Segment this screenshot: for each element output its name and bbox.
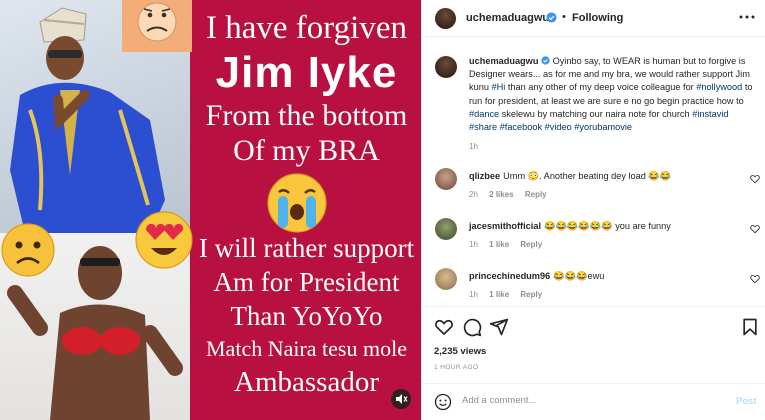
caption-time: 1h <box>469 142 478 151</box>
avatar[interactable] <box>435 8 456 29</box>
hashtag-link[interactable]: #facebook <box>500 122 542 132</box>
reply-button[interactable]: Reply <box>520 290 542 299</box>
comment-username[interactable]: princechinedum96 <box>469 271 550 281</box>
slogan-line: Of my BRA <box>233 134 380 167</box>
heart-eyes-emoji <box>134 210 194 270</box>
following-button[interactable]: Following <box>572 12 623 24</box>
mute-icon <box>396 394 408 404</box>
comment-composer: Post <box>422 383 765 420</box>
action-bar <box>422 306 765 346</box>
comment-text-line: qlizbee Umm 😳. Another beating dey load 😂… <box>469 171 671 182</box>
mute-button[interactable] <box>391 389 411 409</box>
post-media[interactable]: I have forgiven Jim Iyke From the bottom… <box>0 0 421 420</box>
comment-text: Umm 😳. Another beating dey load 😂😂 <box>503 171 672 181</box>
comment-time: 1h <box>469 290 478 299</box>
comment-meta: 1h 1 like Reply <box>469 290 551 299</box>
slogan-line: Jim Iyke <box>215 48 398 97</box>
comment-time: 2h <box>469 190 478 199</box>
slogan-line: I will rather support <box>198 233 415 263</box>
avatar[interactable] <box>435 268 457 290</box>
add-comment-input[interactable] <box>462 395 712 406</box>
slogan-line: From the bottom <box>205 99 408 132</box>
caption-text: than any other of my deep voice colleagu… <box>505 82 697 93</box>
comment-username[interactable]: qlizbee <box>469 171 500 181</box>
share-icon[interactable] <box>489 317 509 337</box>
caption-text: skelewu by matching our naira note for c… <box>499 108 693 119</box>
post-header: uchemaduagwu • Following <box>422 0 765 37</box>
reply-button[interactable]: Reply <box>525 190 547 199</box>
comment-like-heart-icon[interactable] <box>750 224 760 234</box>
post-button[interactable]: Post <box>736 396 757 407</box>
comment-like-heart-icon[interactable] <box>750 174 760 184</box>
view-count[interactable]: 2,235 views <box>434 346 486 357</box>
caption-username[interactable]: uchemaduagwu <box>469 56 538 66</box>
avatar[interactable] <box>435 168 457 190</box>
post-time: 1 HOUR AGO <box>434 364 479 371</box>
slogan-line: I have forgiven <box>206 10 407 46</box>
comment-likes[interactable]: 1 like <box>489 240 509 249</box>
hashtag-link[interactable]: #Hi <box>491 82 505 92</box>
reply-button[interactable]: Reply <box>520 240 542 249</box>
hashtag-link[interactable]: #share <box>469 122 497 132</box>
more-icon[interactable] <box>738 10 756 24</box>
hashtag-link[interactable]: #instavid <box>692 109 728 119</box>
slogan-line: Ambassador <box>234 366 379 398</box>
bookmark-icon[interactable] <box>740 317 760 337</box>
slogan-line: Match Naira tesu mole <box>206 336 407 361</box>
emoji-icon[interactable] <box>434 393 452 411</box>
comment-time: 1h <box>469 240 478 249</box>
header-username[interactable]: uchemaduagwu <box>466 12 549 24</box>
header-separator: • <box>562 11 566 23</box>
hashtag-link[interactable]: #dance <box>469 109 499 119</box>
comment-likes[interactable]: 1 like <box>489 290 509 299</box>
comment-text-line: princechinedum96 😂😂😂ewu <box>469 271 604 282</box>
slogan-line: Am for President <box>213 267 400 297</box>
slogan-text: I have forgiven Jim Iyke From the bottom… <box>192 0 421 420</box>
hashtag-link[interactable]: #nollywood <box>696 82 742 92</box>
comment-text: 😂😂😂😂😂😂 you are funny <box>544 221 671 231</box>
post-side-panel: uchemaduagwu • Following uchemaduagwu Oy… <box>421 0 765 420</box>
comment-icon[interactable] <box>462 317 482 337</box>
slogan-line: Than YoYoYo <box>230 301 383 331</box>
post-caption: uchemaduagwu Oyinbo say, to WEAR is huma… <box>469 55 759 134</box>
hashtag-link[interactable]: #yorubamovie <box>574 122 632 132</box>
caption-avatar[interactable] <box>435 56 457 78</box>
verified-badge-icon <box>541 56 550 65</box>
comment-meta: 2h 2 likes Reply <box>469 190 556 199</box>
comment-text-line: jacesmithofficial 😂😂😂😂😂😂 you are funny <box>469 221 671 232</box>
avatar[interactable] <box>435 218 457 240</box>
comment-meta: 1h 1 like Reply <box>469 240 551 249</box>
sad-emoji <box>0 222 56 278</box>
heart-icon[interactable] <box>434 317 454 337</box>
comment-item: jacesmithofficial 😂😂😂😂😂😂 you are funny 1h… <box>422 218 765 266</box>
comment-text: 😂😂😂ewu <box>553 271 605 281</box>
verified-badge-icon <box>546 12 557 23</box>
comment-like-heart-icon[interactable] <box>750 274 760 284</box>
comment-username[interactable]: jacesmithofficial <box>469 221 541 231</box>
comment-item: qlizbee Umm 😳. Another beating dey load 😂… <box>422 168 765 216</box>
frown-emoji-box <box>122 0 192 52</box>
hashtag-link[interactable]: #video <box>545 122 572 132</box>
comment-likes[interactable]: 2 likes <box>489 190 513 199</box>
